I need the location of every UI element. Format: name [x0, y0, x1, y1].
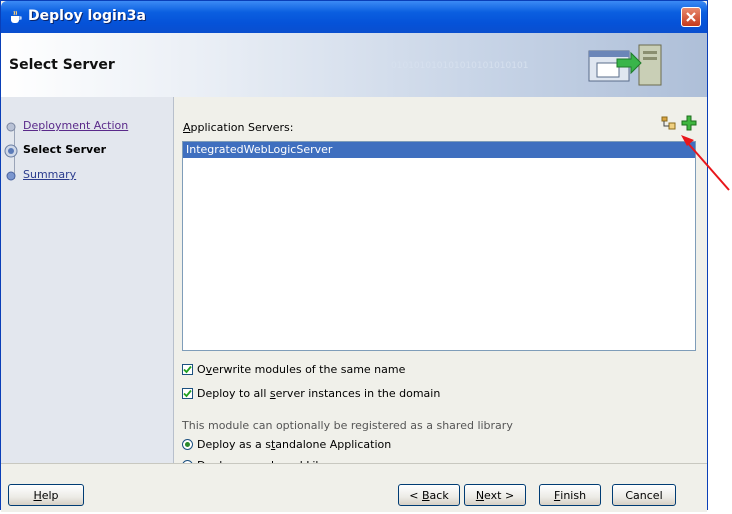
annotation-arrow: [681, 135, 730, 191]
